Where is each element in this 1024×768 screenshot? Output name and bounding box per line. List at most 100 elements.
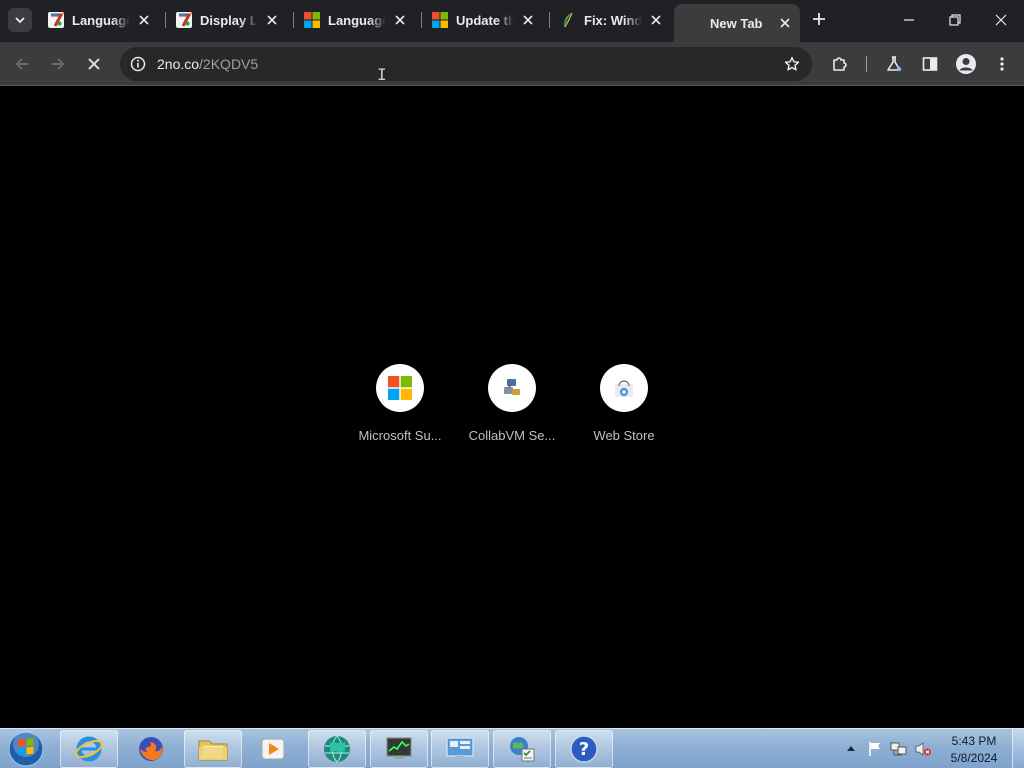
start-button[interactable] (6, 730, 46, 768)
taskbar-help-and-support[interactable]: ? (555, 730, 613, 768)
extensions-button[interactable] (826, 50, 854, 78)
globe-icon (324, 735, 350, 763)
show-hidden-icons-button[interactable] (845, 741, 857, 755)
task-manager-icon (386, 737, 412, 759)
taskbar-windows-explorer[interactable] (184, 730, 242, 768)
text-cursor-icon: I (377, 65, 387, 84)
chevron-down-icon (15, 17, 25, 24)
tab-strip: Language Display La Language (0, 0, 1024, 42)
close-icon (995, 14, 1007, 26)
tab-display-language[interactable]: Display La (166, 2, 290, 38)
close-window-button[interactable] (978, 0, 1024, 40)
microsoft-logo-icon (388, 376, 412, 400)
windows-start-orb-icon (8, 731, 44, 767)
media-player-icon (261, 738, 285, 760)
avatar-icon (956, 54, 976, 74)
toolbar-divider (866, 56, 867, 72)
taskbar-media-player[interactable] (244, 730, 302, 768)
stop-loading-button[interactable] (80, 50, 108, 78)
show-desktop-button[interactable] (1012, 729, 1024, 768)
close-tab-icon[interactable] (648, 12, 664, 28)
bookmark-star-icon[interactable] (782, 54, 802, 74)
tab-title: Language (328, 12, 386, 28)
site-info-icon[interactable] (128, 54, 148, 74)
arrow-right-icon (52, 58, 65, 70)
labs-button[interactable] (880, 50, 908, 78)
close-tab-icon[interactable] (777, 15, 793, 31)
taskbar-browser[interactable] (308, 730, 366, 768)
shortcut-label: Web Store (593, 428, 655, 443)
system-clock[interactable]: 5:43 PM 5/8/2024 (944, 733, 1004, 767)
back-button[interactable] (8, 50, 36, 78)
plus-icon (813, 13, 825, 25)
side-panel-button[interactable] (916, 50, 944, 78)
profile-button[interactable] (952, 50, 980, 78)
tab-title: Update th (456, 12, 514, 28)
tab-search-button[interactable] (8, 8, 32, 32)
url-host: 2no.co (157, 56, 200, 72)
shortcut-icon-circle (600, 364, 648, 412)
shortcut-web-store[interactable]: Web Store (568, 364, 680, 443)
url-path: /2KQDV5 (199, 56, 259, 72)
microsoft-logo-icon (432, 12, 448, 28)
seven-forums-icon (176, 12, 192, 28)
close-tab-icon[interactable] (392, 12, 408, 28)
minimize-button[interactable] (886, 0, 932, 40)
side-panel-icon (922, 57, 938, 71)
clock-date: 5/8/2024 (950, 751, 998, 765)
control-panel-icon (446, 737, 474, 760)
shortcut-icon-circle (376, 364, 424, 412)
tab-update[interactable]: Update th (422, 2, 546, 38)
tab-title: New Tab (710, 15, 763, 31)
restore-icon (949, 14, 961, 26)
shortcut-collabvm[interactable]: CollabVM Se... (456, 364, 568, 443)
taskbar-task-manager[interactable] (370, 730, 428, 768)
volume-muted-icon[interactable] (914, 740, 932, 758)
microsoft-logo-icon (304, 12, 320, 28)
taskbar-network[interactable] (493, 730, 551, 768)
close-tab-icon[interactable] (264, 12, 280, 28)
clock-time: 5:43 PM (951, 734, 997, 748)
help-icon: ? (570, 735, 598, 763)
taskbar-firefox[interactable] (122, 730, 180, 768)
puzzle-icon (833, 57, 847, 71)
firefox-icon (139, 737, 163, 761)
menu-button[interactable] (988, 50, 1016, 78)
folder-icon (198, 740, 228, 761)
close-tab-icon[interactable] (136, 12, 152, 28)
tab-title: Fix: Windo (584, 12, 642, 28)
close-tab-icon[interactable] (520, 12, 536, 28)
network-globe-icon (510, 737, 535, 762)
shortcut-microsoft-support[interactable]: Microsoft Su... (344, 364, 456, 443)
tab-fix-windows[interactable]: Fix: Windo (550, 2, 674, 38)
tab-title: Language (72, 12, 130, 28)
address-bar[interactable]: 2no.co/2KQDV5 (120, 47, 812, 81)
shortcut-label: CollabVM Se... (468, 428, 556, 443)
new-tab-button[interactable] (808, 8, 830, 30)
svg-text:?: ? (579, 739, 589, 760)
tab-language-2[interactable]: Language (294, 2, 418, 38)
screen: Language Display La Language (0, 0, 1024, 768)
address-url[interactable]: 2no.co/2KQDV5 (157, 47, 258, 81)
tab-title: Display La (200, 12, 258, 28)
shortcut-icon-circle (488, 364, 536, 412)
web-store-icon (615, 380, 633, 397)
restore-button[interactable] (932, 0, 978, 40)
tab-language-1[interactable]: Language (38, 2, 162, 38)
arrow-left-icon (15, 58, 28, 70)
close-icon (88, 58, 100, 70)
action-center-icon[interactable] (866, 740, 884, 758)
forward-button[interactable] (44, 50, 72, 78)
windows-taskbar: ? 5:43 PM 5/8/2024 (0, 728, 1024, 768)
flask-icon (887, 56, 902, 72)
minimize-icon (904, 19, 914, 21)
internet-explorer-icon (75, 736, 103, 762)
taskbar-internet-explorer[interactable] (60, 730, 118, 768)
feather-icon (560, 12, 576, 28)
taskbar-control-panel[interactable] (431, 730, 489, 768)
network-status-icon[interactable] (890, 740, 908, 758)
kebab-menu-icon (1000, 57, 1004, 71)
shortcut-label: Microsoft Su... (358, 428, 442, 443)
browser-toolbar: 2no.co/2KQDV5 (0, 42, 1024, 86)
tab-new-tab[interactable]: New Tab (674, 4, 800, 42)
